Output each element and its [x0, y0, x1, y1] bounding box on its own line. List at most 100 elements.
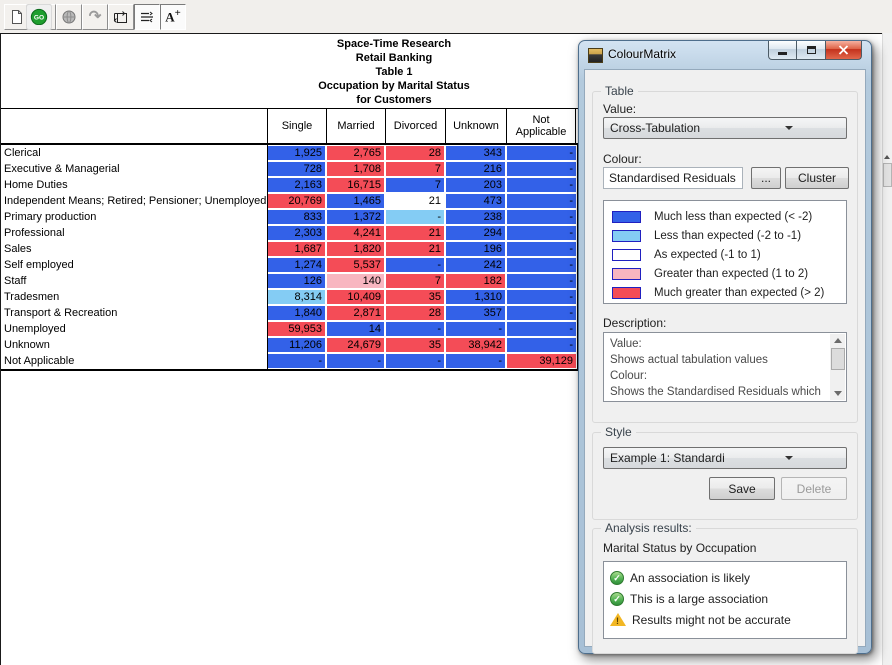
table-cell[interactable]: 1,372 [327, 209, 386, 225]
table-cell[interactable]: 357 [446, 305, 507, 321]
table-cell[interactable]: 2,163 [268, 177, 327, 193]
maximize-button[interactable] [797, 41, 825, 60]
table-cell[interactable]: 11,206 [268, 337, 327, 353]
row-label[interactable]: Unemployed [1, 321, 268, 337]
save-button[interactable]: Save [709, 477, 775, 500]
table-cell[interactable]: - [446, 353, 507, 369]
table-cell[interactable]: - [507, 321, 576, 337]
table-cell[interactable]: 203 [446, 177, 507, 193]
browse-colour-button[interactable]: ... [751, 167, 781, 189]
table-cell[interactable]: 59,953 [268, 321, 327, 337]
row-label[interactable]: Transport & Recreation [1, 305, 268, 321]
table-cell[interactable]: 1,820 [327, 241, 386, 257]
colour-input[interactable] [603, 167, 743, 189]
value-dropdown[interactable]: Cross-Tabulation [603, 117, 847, 139]
style-dropdown[interactable]: Example 1: Standardised Residuals [603, 447, 847, 469]
row-label[interactable]: Professional [1, 225, 268, 241]
table-cell[interactable]: - [507, 145, 576, 161]
table-cell[interactable]: - [507, 177, 576, 193]
column-header-unknown[interactable]: Unknown [446, 109, 507, 143]
scroll-down-arrow-icon[interactable] [834, 391, 842, 396]
vertical-scrollbar[interactable] [882, 33, 892, 665]
table-cell[interactable]: 5,537 [327, 257, 386, 273]
table-cell[interactable]: 24,679 [327, 337, 386, 353]
table-cell[interactable]: 21 [386, 225, 446, 241]
cluster-button[interactable]: Cluster [785, 167, 849, 189]
column-header-married[interactable]: Married [327, 109, 386, 143]
row-label[interactable]: Home Duties [1, 177, 268, 193]
table-cell[interactable]: 2,303 [268, 225, 327, 241]
table-cell[interactable]: - [507, 209, 576, 225]
table-cell[interactable]: 35 [386, 337, 446, 353]
table-cell[interactable]: - [386, 353, 446, 369]
table-cell[interactable]: 16,715 [327, 177, 386, 193]
table-cell[interactable]: 1,310 [446, 289, 507, 305]
table-cell[interactable]: 728 [268, 161, 327, 177]
table-cell[interactable]: 126 [268, 273, 327, 289]
table-cell[interactable]: 238 [446, 209, 507, 225]
table-cell[interactable]: - [446, 321, 507, 337]
field-order-button[interactable] [134, 4, 160, 30]
table-cell[interactable]: 28 [386, 305, 446, 321]
table-cell[interactable]: - [507, 305, 576, 321]
table-cell[interactable]: - [386, 321, 446, 337]
table-cell[interactable]: - [507, 241, 576, 257]
table-cell[interactable]: 1,708 [327, 161, 386, 177]
delete-button[interactable]: Delete [781, 477, 847, 500]
table-cell[interactable]: 216 [446, 161, 507, 177]
table-cell[interactable]: 7 [386, 161, 446, 177]
row-label[interactable]: Not Applicable [1, 353, 268, 369]
table-cell[interactable]: - [386, 209, 446, 225]
description-scrollbar[interactable] [830, 334, 845, 400]
row-label[interactable]: Tradesmen [1, 289, 268, 305]
table-cell[interactable]: - [327, 353, 386, 369]
scrollbar-thumb[interactable] [883, 163, 892, 187]
table-cell[interactable]: 7 [386, 273, 446, 289]
row-label[interactable]: Self employed [1, 257, 268, 273]
scrollbar-thumb[interactable] [831, 348, 845, 370]
table-cell[interactable]: 343 [446, 145, 507, 161]
table-cell[interactable]: 2,871 [327, 305, 386, 321]
table-cell[interactable]: 4,241 [327, 225, 386, 241]
scroll-up-arrow-icon[interactable] [834, 338, 842, 343]
table-cell[interactable]: 21 [386, 241, 446, 257]
column-header-single[interactable]: Single [268, 109, 327, 143]
go-button[interactable]: GO [26, 4, 52, 30]
row-label[interactable]: Clerical [1, 145, 268, 161]
row-label[interactable]: Unknown [1, 337, 268, 353]
table-cell[interactable]: 39,129 [507, 353, 576, 369]
table-cell[interactable]: - [507, 257, 576, 273]
table-cell[interactable]: 833 [268, 209, 327, 225]
table-cell[interactable]: 140 [327, 273, 386, 289]
table-cell[interactable]: 38,942 [446, 337, 507, 353]
table-cell[interactable]: - [268, 353, 327, 369]
transpose-button[interactable] [108, 4, 134, 30]
table-cell[interactable]: - [386, 257, 446, 273]
row-label[interactable]: Independent Means; Retired; Pensioner; U… [1, 193, 268, 209]
table-cell[interactable]: 2,765 [327, 145, 386, 161]
table-cell[interactable]: 1,274 [268, 257, 327, 273]
table-cell[interactable]: 35 [386, 289, 446, 305]
table-cell[interactable]: 8,314 [268, 289, 327, 305]
row-label[interactable]: Executive & Managerial [1, 161, 268, 177]
table-cell[interactable]: - [507, 193, 576, 209]
table-cell[interactable]: - [507, 225, 576, 241]
table-cell[interactable]: 473 [446, 193, 507, 209]
font-size-button[interactable]: A+ [160, 4, 186, 30]
minimize-button[interactable] [768, 41, 797, 60]
table-cell[interactable]: 1,925 [268, 145, 327, 161]
table-cell[interactable]: 1,840 [268, 305, 327, 321]
table-cell[interactable]: 196 [446, 241, 507, 257]
table-cell[interactable]: 1,687 [268, 241, 327, 257]
table-cell[interactable]: 182 [446, 273, 507, 289]
scroll-up-arrow-icon[interactable] [884, 155, 890, 159]
table-cell[interactable]: 242 [446, 257, 507, 273]
table-cell[interactable]: 14 [327, 321, 386, 337]
column-header-not-applicable[interactable]: Not Applicable [507, 109, 576, 143]
table-cell[interactable]: - [507, 273, 576, 289]
table-cell[interactable]: - [507, 337, 576, 353]
table-cell[interactable]: - [507, 161, 576, 177]
row-label[interactable]: Primary production [1, 209, 268, 225]
close-button[interactable] [825, 41, 862, 60]
row-label[interactable]: Sales [1, 241, 268, 257]
